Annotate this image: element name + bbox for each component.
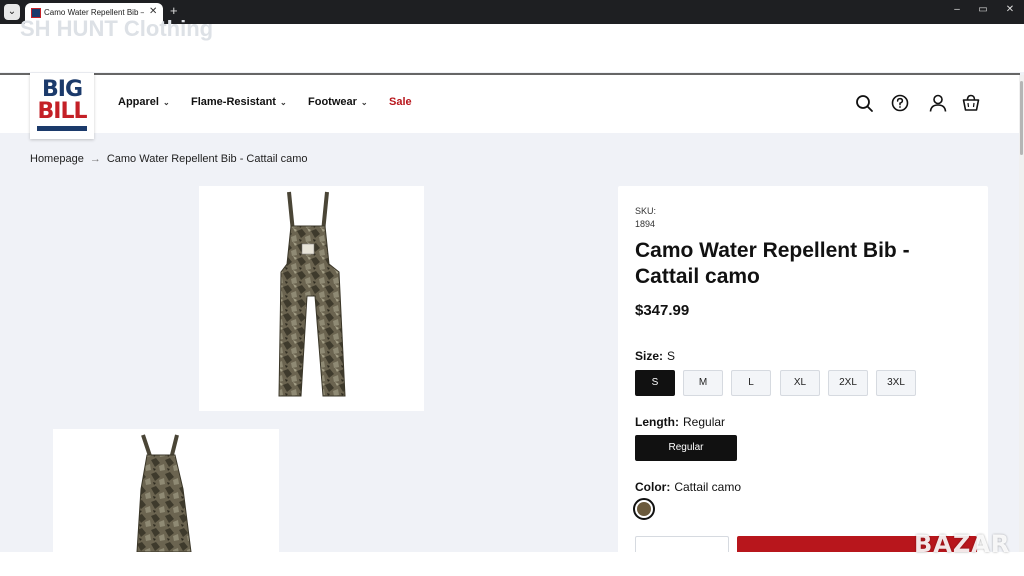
length-option-regular[interactable]: Regular [635, 435, 737, 461]
nav-item-label: Apparel [118, 96, 159, 108]
chevron-down-icon: ⌄ [162, 98, 170, 107]
breadcrumb-current: Camo Water Repellent Bib - Cattail camo [106, 153, 308, 165]
color-swatch-cattail-camo[interactable] [633, 498, 655, 520]
length-selected: Regular [683, 415, 726, 429]
big-bill-logo[interactable]: BIG BILL [30, 73, 94, 139]
size-option-s[interactable]: S [635, 370, 675, 396]
product-image-secondary[interactable] [53, 429, 279, 552]
size-option-2xl[interactable]: 2XL [828, 370, 868, 396]
page-scrollbar[interactable] [1019, 75, 1024, 552]
scrollbar-thumb[interactable] [1020, 81, 1023, 155]
breadcrumb: Homepage → Camo Water Repellent Bib - Catt… [30, 153, 308, 165]
color-label-row: Color: Cattail camo [635, 480, 741, 494]
nav-item-label: Flame-Resistant [191, 96, 276, 108]
nav-item-footwear[interactable]: Footwear ⌄ [308, 96, 368, 108]
nav-item-apparel[interactable]: Apparel ⌄ [118, 96, 170, 108]
ghost-brand-text: SH HUNT Clothing [20, 16, 214, 41]
nav-item-flame-resistant[interactable]: Flame-Resistant ⌄ [191, 96, 287, 108]
tab-menu-icon[interactable]: ⌄ [4, 4, 20, 20]
swatch-fill [637, 502, 651, 516]
color-label: Color: [635, 480, 671, 494]
search-icon[interactable] [854, 93, 874, 113]
size-option-3xl[interactable]: 3XL [876, 370, 916, 396]
size-selected: S [667, 349, 676, 363]
nav-item-sale[interactable]: Sale [389, 96, 412, 108]
maximize-button[interactable]: ▭ [976, 4, 990, 15]
sku-label: SKU: [635, 206, 657, 216]
size-option-m[interactable]: M [683, 370, 723, 396]
chevron-down-icon: ⌄ [360, 98, 368, 107]
chevron-down-icon: ⌄ [279, 98, 287, 107]
top-strip: SH HUNT Clothing [0, 16, 1024, 72]
product-info-panel: SKU: 1894 Camo Water Repellent Bib - Cat… [618, 186, 988, 556]
nav-item-label: Footwear [308, 96, 357, 108]
minimize-button[interactable]: – [950, 4, 964, 15]
site-header: BIG BILL Apparel ⌄ Flame-Resistant ⌄ Footw… [0, 73, 1020, 139]
logo-underline [37, 126, 87, 131]
account-icon[interactable] [928, 93, 948, 113]
size-label: Size: [635, 349, 664, 363]
logo-line-2: BILL [37, 99, 88, 124]
camo-bib-front-image [278, 191, 346, 397]
size-label-row: Size: S [635, 349, 675, 363]
color-selected: Cattail camo [674, 480, 742, 494]
size-option-xl[interactable]: XL [780, 370, 820, 396]
bazar-watermark: BAZAR [914, 530, 1011, 558]
size-option-l[interactable]: L [731, 370, 771, 396]
product-price: $347.99 [635, 302, 690, 319]
length-label: Length: [635, 415, 679, 429]
bottom-strip [0, 552, 1024, 576]
product-image-main[interactable] [199, 186, 424, 411]
nav-item-label: Sale [389, 96, 412, 108]
breadcrumb-separator: → [89, 153, 101, 165]
product-title: Camo Water Repellent Bib - Cattail camo [635, 239, 910, 288]
logo-line-1: BIG [41, 77, 83, 102]
close-window-button[interactable]: ✕ [1003, 4, 1017, 15]
breadcrumb-home-link[interactable]: Homepage [30, 153, 84, 165]
cart-icon[interactable] [961, 93, 981, 113]
length-label-row: Length: Regular [635, 415, 725, 429]
help-icon[interactable] [890, 93, 910, 113]
sku-value: 1894 [635, 219, 656, 229]
camo-bib-back-image [136, 434, 192, 552]
